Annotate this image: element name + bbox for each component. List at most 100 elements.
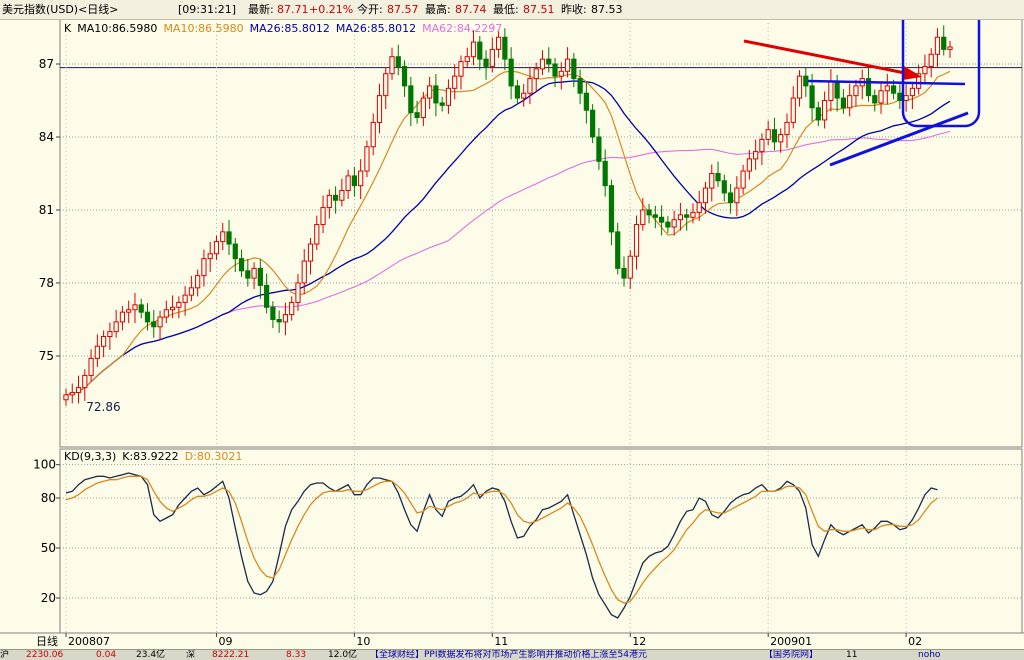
main-y-tick-label: 84	[39, 130, 54, 144]
candle-body-up	[753, 151, 759, 160]
candle-body-down	[840, 97, 847, 109]
kd-y-tick-label: 50	[41, 541, 56, 555]
candle-body-up	[765, 129, 771, 140]
x-tick-label: 200901	[770, 635, 812, 648]
candle-body-up	[282, 314, 289, 323]
candle-body-up	[314, 224, 320, 245]
candle-body-up	[370, 121, 376, 148]
candle-body-up	[213, 241, 220, 255]
kd-panel-frame	[59, 448, 1023, 634]
candle-body-up	[671, 219, 677, 228]
candle-body-up	[790, 97, 796, 123]
candle-body-down	[872, 95, 878, 104]
main-y-tick-label: 81	[39, 203, 54, 217]
candle-body-down	[502, 36, 508, 60]
candle-body-down	[809, 85, 815, 109]
candle-body-down	[257, 267, 263, 286]
candle-body-down	[727, 192, 734, 204]
candle-body-up	[784, 121, 790, 136]
candle-body-up	[740, 170, 746, 189]
candle-body-up	[458, 61, 464, 77]
candle-body-down	[941, 36, 947, 50]
candle-body-up	[627, 255, 633, 279]
candle-body-up	[947, 46, 953, 50]
x-tick-label: 10	[356, 635, 370, 648]
candle-body-down	[138, 304, 144, 313]
candle-body-up	[195, 275, 201, 289]
main-legend-item: MA62:84.2297	[422, 22, 502, 35]
candle-body-down	[771, 129, 778, 143]
candle-body-down	[483, 58, 489, 67]
candle-body-up	[339, 190, 345, 201]
x-tick-label: 200807	[68, 635, 110, 648]
candle-body-down	[834, 80, 840, 99]
candle-body-up	[746, 158, 752, 172]
candle-body-up	[301, 260, 307, 284]
candle-body-down	[590, 109, 596, 138]
candle-body-down	[715, 172, 721, 182]
candle-body-up	[176, 301, 182, 308]
candle-body-up	[696, 202, 702, 213]
x-axis-label: 日线	[36, 634, 58, 648]
candle-body-down	[815, 107, 821, 121]
kd-legend-item: K:83.9222	[122, 450, 178, 463]
candle-body-up	[320, 207, 326, 226]
high-label: 最高:	[425, 3, 451, 16]
prev-close-label: 昨收:	[561, 3, 587, 16]
candle-body-up	[427, 85, 433, 99]
candle-body-up	[690, 211, 696, 218]
candle-body-down	[897, 92, 903, 101]
kd-legend-item: D:80.3021	[185, 450, 243, 463]
candle-body-up	[778, 134, 784, 143]
candle-body-up	[464, 56, 470, 63]
candle-body-up	[558, 70, 564, 77]
candle-body-down	[890, 85, 897, 94]
candle-body-up	[132, 304, 138, 311]
x-tick-label: 02	[908, 635, 922, 648]
candle-body-down	[577, 78, 583, 94]
candle-body-down	[226, 231, 232, 245]
candle-body-up	[113, 321, 119, 333]
candle-body-up	[928, 53, 934, 67]
candle-body-up	[307, 243, 314, 262]
candle-body-down	[408, 85, 414, 114]
candle-body-down	[151, 321, 157, 328]
candle-body-up	[157, 316, 163, 328]
candle-body-down	[646, 209, 652, 216]
candle-body-up	[640, 209, 646, 226]
x-tick-label: 09	[218, 635, 232, 648]
candle-body-down	[803, 75, 809, 87]
high-annotation: 88.44	[452, 20, 486, 21]
main-y-tick-label: 87	[39, 57, 54, 71]
candle-body-up	[69, 391, 75, 396]
high-value: 87.74	[455, 3, 487, 16]
candle-body-up	[169, 306, 176, 311]
candle-body-up	[82, 374, 88, 389]
candle-body-down	[414, 112, 420, 119]
candle-body-up	[445, 87, 452, 106]
candle-body-up	[633, 224, 640, 257]
candle-body-down	[395, 56, 401, 67]
candle-body-up	[909, 87, 915, 97]
candle-body-up	[182, 294, 188, 303]
candle-body-down	[546, 58, 552, 65]
candle-body-up	[358, 170, 364, 187]
candle-body-up	[828, 80, 834, 101]
candle-body-down	[477, 41, 483, 60]
candle-body-down	[439, 102, 445, 106]
candle-body-up	[702, 187, 709, 204]
candle-body-down	[684, 214, 690, 218]
candle-body-up	[533, 68, 539, 80]
latest-label: 最新:	[248, 3, 274, 16]
candle-body-down	[276, 318, 282, 323]
chart-area[interactable]: 75 78 81 84 87 20 50 80 100 日线 200807 09 10 11 12 20090…	[0, 20, 1024, 649]
candle-body-down	[602, 160, 608, 187]
candle-body-up	[163, 309, 169, 318]
candle-body-up	[759, 138, 765, 153]
candle-body-down	[514, 85, 521, 99]
candle-body-up	[521, 92, 527, 99]
candle-body-up	[470, 41, 477, 58]
candle-body-up	[709, 172, 715, 189]
main-legend-item: MA26:85.8012	[336, 22, 416, 35]
open-value: 87.57	[387, 3, 419, 16]
